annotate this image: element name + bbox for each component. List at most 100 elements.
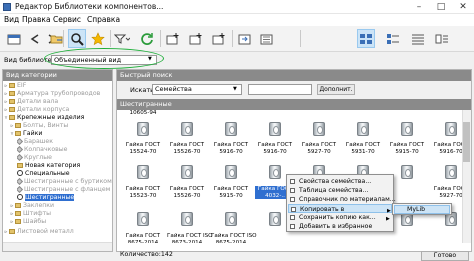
family-item[interactable]: Гайка ГОСТ ISO 8673-2014 [167,110,213,243]
tree-item[interactable]: Специальные [17,170,112,178]
tree-item[interactable]: Барашек [17,138,112,146]
chevron-down-icon[interactable]: ▼ [233,86,237,92]
category-icon [17,186,24,193]
category-panel-header: Вид категории [3,70,112,81]
hex-nut-icon [445,165,457,179]
context-menu: Свойства семейства... Таблица семейства.… [286,174,396,232]
toolbar-separator [110,30,111,47]
ready-button[interactable]: Готово [421,251,469,261]
filter-icon[interactable] [113,29,131,48]
family-item[interactable] [431,110,462,226]
hex-nut-icon [181,212,193,226]
save-copy-icon [290,215,295,220]
menu-materials[interactable]: Справочник по материалам... [288,195,396,204]
thumbnails-view-icon[interactable] [433,29,451,48]
tree-item[interactable]: ▹ Болты, Винты [9,122,109,130]
folder-icon [15,202,21,208]
family-item[interactable] [387,110,427,226]
hex-nut-icon [401,165,413,179]
new-document-icon[interactable] [187,29,205,48]
copy-to-icon [291,207,296,212]
category-icon [17,170,23,176]
folder-icon [9,106,15,112]
folder-icon [15,218,21,224]
refresh-icon[interactable] [138,29,156,48]
family-item[interactable]: Гайка ГОСТ 8675-2014 [123,110,163,243]
copy-icon[interactable] [210,29,228,48]
tree-item[interactable]: Круглые [17,154,112,162]
materials-icon [290,197,295,202]
tree-item[interactable]: Колпачковые [17,146,112,154]
menu-save-copy[interactable]: Сохранить копию как... ▶ [288,213,392,222]
export-icon[interactable] [236,29,254,48]
tree-item[interactable]: ▿ Гайки [9,130,109,138]
tree-item[interactable]: ▹ Детали корпуса [3,106,103,114]
copy-to-submenu: MyLib [392,203,452,215]
tree-item[interactable]: ▿ Крепежные изделия [3,114,103,122]
tree-item[interactable]: ▹ Арматура трубопроводов [3,90,103,98]
category-icon [17,138,24,145]
family-item[interactable]: Гайка ГОСТ ISO 8675-2014 [211,110,257,243]
tree-item[interactable]: ▹ Шайбы [9,218,109,226]
tree-item[interactable]: Шестигранные с фланцем [17,186,112,194]
hex-nut-icon [137,212,149,226]
family-label: Гайка ГОСТ 5927-70 [433,186,462,199]
family-item[interactable] [255,110,295,226]
list-view-icon[interactable] [384,29,402,48]
advanced-search-button[interactable]: Дополнит. [317,84,355,95]
tree-item-selected[interactable]: Шестигранные [17,194,112,202]
tree-item[interactable]: Шестигранные с буртиком [17,178,112,186]
tree-view-icon[interactable] [258,29,276,48]
tree-item[interactable]: Новая категория [17,162,112,170]
menu-service[interactable]: Сервис [53,15,81,24]
submenu-item-mylib[interactable]: MyLib [394,205,450,214]
tree-item[interactable]: ▹ Детали вала [3,98,103,106]
toolbar-separator [160,30,161,47]
scrollbar-thumb[interactable] [463,122,470,162]
tree-item[interactable]: ▹ Заклепки [9,202,109,210]
minimize-button[interactable]: – [408,0,430,14]
hex-nut-icon [137,165,149,179]
folder-icon [9,90,15,96]
favorite-icon [290,224,295,229]
menu-bar: Вид Правка Сервис Справка [0,14,474,26]
icons-view-icon[interactable] [357,29,375,48]
menu-family-table[interactable]: Таблица семейства... [288,186,392,195]
family-item[interactable] [299,110,339,226]
close-button[interactable]: ✕ [452,0,474,14]
tree-item[interactable]: ▹ Штифты [9,210,109,218]
menu-help[interactable]: Справка [87,15,120,24]
menu-add-favorite[interactable]: Добавить в избранное [288,222,392,231]
folder-icon [9,114,15,120]
family-label: Гайка ГОСТ 8675-2014 [125,233,161,243]
family-item[interactable] [343,110,383,226]
family-label: Гайка ГОСТ ISO 8675-2014 [211,233,257,243]
menu-family-properties[interactable]: Свойства семейства... [288,177,392,186]
menu-edit[interactable]: Правка [22,15,51,24]
new-folder-icon[interactable] [164,29,182,48]
toolbar-separator [232,30,233,47]
folder-icon [9,98,15,104]
menu-view[interactable]: Вид [4,15,19,24]
horizontal-scrollbar[interactable] [3,242,112,251]
folder-icon [9,82,15,88]
favorites-star-icon[interactable] [89,29,107,48]
details-view-icon[interactable] [409,29,427,48]
menu-copy-to[interactable]: Копировать в ▶ [288,204,392,214]
tree-item[interactable]: ▹ Листовой металл [3,228,103,236]
back-icon[interactable] [26,29,44,48]
family-label: Гайка ГОСТ ISO 8673-2014 [167,233,213,243]
item-count: Количество:142 [120,251,173,258]
nav-home-icon[interactable] [5,29,23,48]
status-bar: Количество:142 Готово [0,251,474,261]
search-scope-select[interactable]: Семейства [152,84,242,95]
hex-nut-icon [269,165,281,179]
tree-item[interactable]: ▹ EIF [3,82,103,90]
search-input[interactable] [248,84,312,95]
open-folder-icon[interactable] [48,29,66,48]
folder-icon [9,228,15,234]
quick-search-area: Искать: Семейства ▼ Дополнит. [117,81,471,99]
maximize-button[interactable]: □ [430,0,452,14]
hex-nut-icon [181,165,193,179]
search-icon[interactable] [68,29,86,48]
